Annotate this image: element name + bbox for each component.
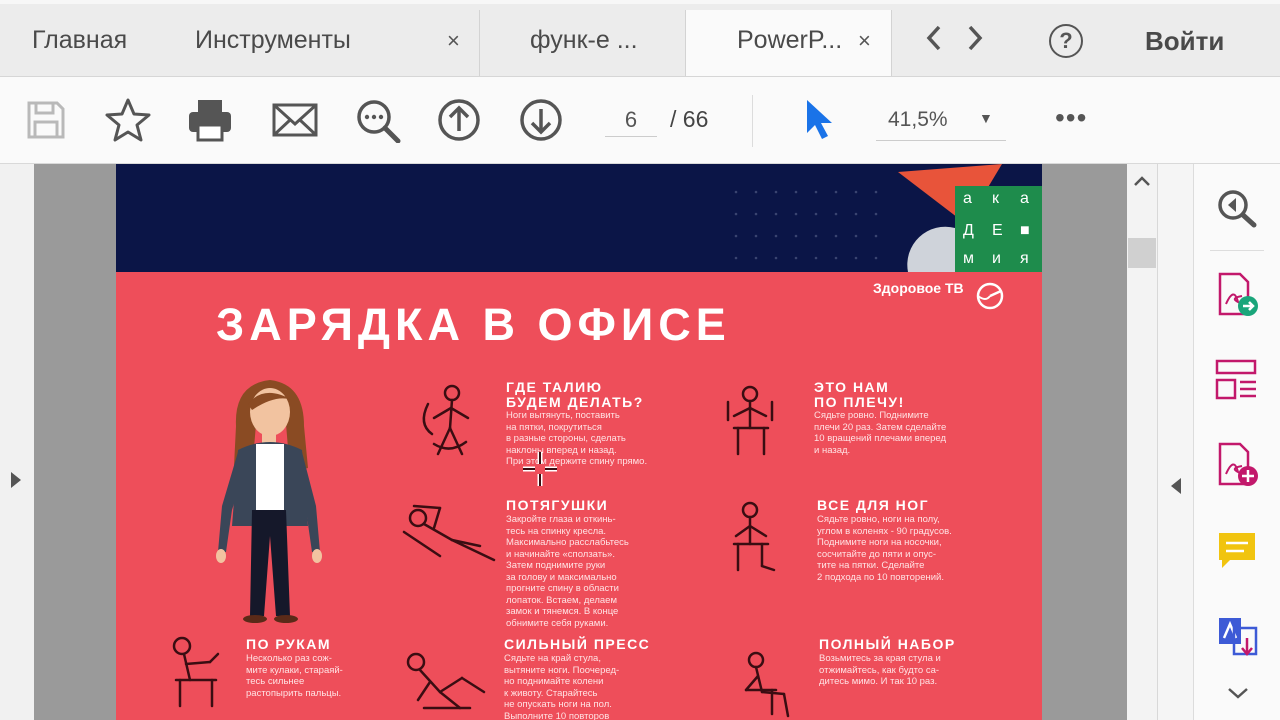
section-text: Закройте глаза и откинь- тесь на спинку … bbox=[506, 514, 629, 629]
close-tab-icon[interactable]: × bbox=[858, 28, 871, 54]
tab-document-2-label: PowerP... bbox=[737, 26, 843, 54]
hands-exercise-figure bbox=[172, 636, 220, 708]
academy-letter: Е bbox=[992, 222, 1003, 239]
page-number-input[interactable]: 6 bbox=[605, 100, 657, 137]
section-text: Возьмитесь за края стула и отжимайтесь, … bbox=[819, 653, 941, 687]
section-title: ВСЕ ДЛЯ НОГ bbox=[817, 497, 930, 513]
page-title: ЗАРЯДКА В ОФИСЕ bbox=[216, 299, 731, 350]
section-title: СИЛЬНЫЙ ПРЕСС bbox=[504, 636, 651, 652]
tab-document-1[interactable]: функ-е ... bbox=[479, 10, 685, 76]
sign-in-button[interactable]: Войти bbox=[1145, 26, 1224, 57]
section-text: Несколько раз сож- мите кулаки, стараяй-… bbox=[246, 653, 343, 699]
collapse-right-icon[interactable] bbox=[1169, 476, 1183, 501]
left-panel-toggle[interactable] bbox=[0, 164, 35, 720]
tab-scroll-left-icon[interactable] bbox=[925, 24, 943, 60]
academy-letter: Д bbox=[963, 222, 974, 239]
section-title: ПО РУКАМ bbox=[246, 636, 332, 652]
toolbar-divider bbox=[752, 95, 753, 147]
academy-letter: я bbox=[1020, 250, 1029, 267]
scroll-up-icon[interactable] bbox=[1133, 174, 1151, 192]
academy-letter: м bbox=[963, 250, 974, 267]
academy-letter: к bbox=[992, 190, 999, 207]
tab-document-2[interactable]: PowerP... × bbox=[685, 10, 892, 76]
chevron-down-icon: ▼ bbox=[979, 110, 993, 126]
zoom-out-icon[interactable] bbox=[354, 97, 402, 144]
brand-logo-icon bbox=[974, 282, 1006, 315]
sidebar-scroll-down-icon[interactable] bbox=[1227, 686, 1249, 705]
waist-exercise-figure bbox=[422, 384, 470, 456]
pointer-icon[interactable] bbox=[802, 97, 850, 143]
pdf-page: а к а Д Е ■ м и я Здоровое ТВ ЗАРЯДКА В … bbox=[116, 164, 1042, 720]
academy-logo bbox=[734, 164, 1042, 272]
zoom-select[interactable]: 41,5% ▼ bbox=[876, 100, 1006, 141]
shoulder-exercise-figure bbox=[726, 385, 774, 456]
create-pdf-icon[interactable] bbox=[1216, 442, 1260, 493]
tab-document-1-label: функ-е ... bbox=[530, 26, 638, 54]
sidebar-divider bbox=[1210, 250, 1264, 251]
section-title: ПОТЯГУШКИ bbox=[506, 497, 609, 513]
tools-sidebar bbox=[1193, 164, 1280, 720]
tab-scroll-right-icon[interactable] bbox=[966, 24, 984, 60]
print-icon[interactable] bbox=[186, 97, 234, 143]
academy-letter: ■ bbox=[1020, 222, 1030, 239]
pushup-exercise-figure bbox=[744, 651, 790, 718]
woman-illustration bbox=[216, 380, 322, 623]
right-panel-toggle[interactable] bbox=[1157, 164, 1194, 720]
scroll-thumb[interactable] bbox=[1128, 238, 1156, 268]
tab-bar: Главная Инструменты × функ-е ... PowerP.… bbox=[0, 0, 1280, 77]
edit-pdf-icon[interactable] bbox=[1216, 614, 1260, 665]
crosshair-cursor-icon bbox=[523, 452, 557, 486]
star-icon[interactable] bbox=[104, 97, 152, 143]
mail-icon[interactable] bbox=[271, 97, 319, 143]
press-exercise-figure bbox=[406, 652, 486, 710]
page-header-band: а к а Д Е ■ м и я bbox=[116, 164, 1042, 272]
tab-tools[interactable]: Инструменты bbox=[195, 26, 351, 55]
section-title: ПОЛНЫЙ НАБОР bbox=[819, 636, 956, 652]
section-text: Сядьте ровно. Поднимите плечи 20 раз. За… bbox=[814, 410, 947, 456]
academy-letter: а bbox=[963, 190, 972, 207]
tab-home[interactable]: Главная bbox=[32, 26, 127, 55]
legs-exercise-figure bbox=[732, 501, 776, 572]
section-text: Сядьте ровно, ноги на полу, углом в коле… bbox=[817, 514, 952, 583]
page-down-icon[interactable] bbox=[518, 97, 566, 143]
help-icon[interactable]: ? bbox=[1049, 24, 1083, 58]
export-pdf-icon[interactable] bbox=[1216, 272, 1260, 323]
more-options-icon[interactable]: ••• bbox=[1055, 102, 1087, 134]
section-title: ГДЕ ТАЛИЮ БУДЕМ ДЕЛАТЬ? bbox=[506, 379, 644, 410]
organize-pages-icon[interactable] bbox=[1214, 358, 1260, 407]
comment-icon[interactable] bbox=[1216, 530, 1258, 577]
zoom-value: 41,5% bbox=[888, 108, 948, 131]
close-tools-icon[interactable]: × bbox=[447, 28, 460, 54]
page-up-icon[interactable] bbox=[436, 97, 484, 143]
academy-letter: и bbox=[992, 250, 1001, 267]
brand-logo-text: Здоровое ТВ bbox=[873, 280, 964, 296]
search-zoom-icon[interactable] bbox=[1216, 188, 1258, 233]
title-strip bbox=[0, 0, 1280, 4]
academy-letter: а bbox=[1020, 190, 1029, 207]
save-icon[interactable] bbox=[23, 97, 71, 143]
page-total: / 66 bbox=[670, 106, 709, 132]
expand-left-icon[interactable] bbox=[9, 470, 23, 495]
section-title: ЭТО НАМ ПО ПЛЕЧУ! bbox=[814, 379, 905, 410]
section-text: Сядьте на край стула, вытяните ноги. Поо… bbox=[504, 653, 620, 720]
stretch-exercise-figure bbox=[402, 504, 496, 562]
